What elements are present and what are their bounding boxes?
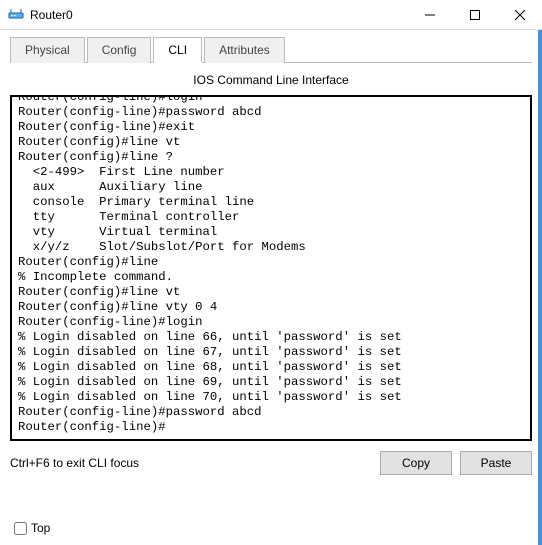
minimize-button[interactable]: [407, 0, 452, 30]
terminal-output[interactable]: Router(config)#line aux 0 Router(config-…: [12, 97, 530, 439]
top-label: Top: [31, 521, 50, 535]
paste-button[interactable]: Paste: [460, 451, 532, 475]
window-border-right: [538, 30, 542, 545]
tab-bar: Physical Config CLI Attributes: [10, 36, 532, 63]
top-checkbox[interactable]: [14, 522, 27, 535]
footer: Top: [14, 521, 50, 535]
window-controls: [407, 0, 542, 30]
content-area: Physical Config CLI Attributes IOS Comma…: [0, 36, 542, 475]
tab-config[interactable]: Config: [87, 37, 152, 63]
bottom-row: Ctrl+F6 to exit CLI focus Copy Paste: [10, 451, 532, 475]
router-icon: [8, 7, 24, 23]
window-title: Router0: [30, 8, 407, 22]
maximize-button[interactable]: [452, 0, 497, 30]
close-button[interactable]: [497, 0, 542, 30]
panel-title: IOS Command Line Interface: [10, 73, 532, 87]
tab-physical[interactable]: Physical: [10, 37, 85, 63]
tab-attributes[interactable]: Attributes: [204, 37, 285, 63]
copy-button[interactable]: Copy: [380, 451, 452, 475]
focus-hint: Ctrl+F6 to exit CLI focus: [10, 456, 372, 470]
terminal-container: Router(config)#line aux 0 Router(config-…: [10, 95, 532, 441]
titlebar: Router0: [0, 0, 542, 30]
tab-cli[interactable]: CLI: [153, 37, 202, 63]
